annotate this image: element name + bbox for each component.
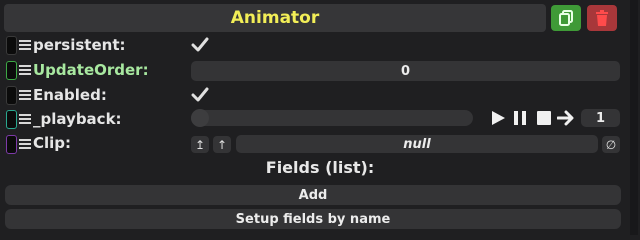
row-handle[interactable]: [6, 135, 17, 154]
field-label-clip: Clip:: [33, 134, 72, 152]
menu-icon[interactable]: [19, 112, 31, 126]
stop-button[interactable]: [535, 109, 553, 127]
updateorder-input[interactable]: 0: [191, 61, 620, 81]
row-handle[interactable]: [6, 61, 17, 80]
clip-parent-button[interactable]: ↥: [191, 136, 209, 153]
delete-button[interactable]: [587, 5, 617, 31]
fields-list-title: Fields (list):: [265, 158, 375, 177]
clip-clear-button[interactable]: ∅: [602, 136, 620, 153]
component-header: Animator: [4, 4, 546, 32]
add-button[interactable]: Add: [5, 185, 621, 205]
pause-icon: [514, 111, 526, 125]
playback-slider-handle[interactable]: [191, 109, 209, 127]
field-label-enabled: Enabled:: [33, 86, 107, 104]
playback-speed-input[interactable]: 1: [581, 109, 620, 127]
component-title: Animator: [230, 8, 320, 28]
row-handle[interactable]: [6, 86, 17, 105]
copy-icon: [559, 10, 573, 26]
row-handle[interactable]: [6, 110, 17, 129]
row-handle[interactable]: [6, 36, 17, 55]
menu-icon[interactable]: [19, 38, 31, 52]
persistent-checkbox[interactable]: [191, 36, 209, 54]
menu-icon[interactable]: [19, 63, 31, 77]
copy-button[interactable]: [551, 5, 581, 31]
step-forward-button[interactable]: [557, 109, 575, 127]
menu-icon[interactable]: [19, 88, 31, 102]
trash-icon: [596, 10, 608, 26]
play-button[interactable]: [489, 109, 507, 127]
field-label-updateorder: UpdateOrder:: [33, 61, 149, 79]
stop-icon: [537, 111, 551, 125]
play-icon: [492, 111, 505, 125]
setup-fields-button[interactable]: Setup fields by name: [5, 209, 621, 229]
arrow-right-icon: [557, 110, 574, 126]
playback-slider-track[interactable]: [191, 110, 473, 126]
scrollbar[interactable]: [630, 0, 638, 235]
clip-up-button[interactable]: ↑: [213, 136, 231, 153]
menu-icon[interactable]: [19, 137, 31, 151]
field-label-persistent: persistent:: [33, 36, 126, 54]
pause-button[interactable]: [511, 109, 529, 127]
clip-reference-field[interactable]: null: [236, 135, 598, 153]
enabled-checkbox[interactable]: [191, 86, 209, 104]
field-label-playback: _playback:: [33, 110, 122, 128]
